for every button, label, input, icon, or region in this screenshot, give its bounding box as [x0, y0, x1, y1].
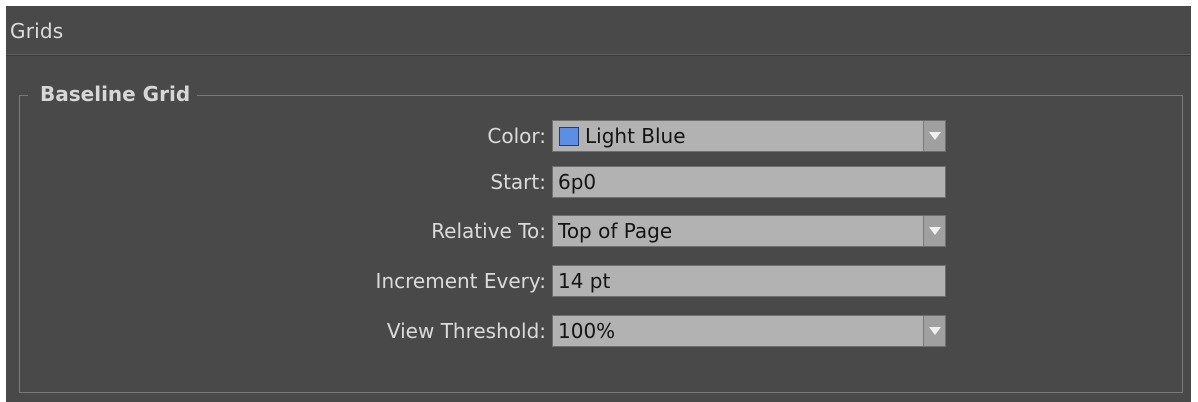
panel-title: Grids — [10, 19, 64, 43]
baseline-grid-group-title: Baseline Grid — [28, 82, 198, 106]
grids-panel: Grids Baseline Grid Color: Light Blue St… — [6, 6, 1191, 402]
view-threshold-row: View Threshold: 100% — [6, 315, 1191, 349]
increment-every-label: Increment Every: — [375, 269, 546, 293]
relative-to-label: Relative To: — [431, 219, 546, 243]
color-value: Light Blue — [585, 124, 686, 148]
relative-to-row: Relative To: Top of Page — [6, 215, 1191, 249]
panel-divider — [6, 54, 1191, 56]
relative-to-dropdown[interactable]: Top of Page — [552, 215, 946, 247]
view-threshold-label: View Threshold: — [386, 319, 546, 343]
panel-header: Grids — [6, 6, 1191, 54]
start-label: Start: — [490, 170, 546, 194]
increment-every-input[interactable]: 14 pt — [552, 265, 946, 297]
start-input[interactable]: 6p0 — [552, 166, 946, 198]
relative-to-value: Top of Page — [558, 219, 673, 243]
color-swatch-icon — [559, 127, 579, 146]
chevron-down-icon[interactable] — [923, 216, 945, 246]
view-threshold-value: 100% — [558, 319, 616, 343]
view-threshold-dropdown[interactable]: 100% — [552, 315, 946, 347]
start-row: Start: 6p0 — [6, 166, 1191, 200]
chevron-down-icon[interactable] — [923, 121, 945, 151]
color-dropdown[interactable]: Light Blue — [552, 120, 946, 152]
color-row: Color: Light Blue — [6, 120, 1191, 154]
color-label: Color: — [487, 124, 546, 148]
chevron-down-icon[interactable] — [923, 316, 945, 346]
increment-every-row: Increment Every: 14 pt — [6, 265, 1191, 299]
